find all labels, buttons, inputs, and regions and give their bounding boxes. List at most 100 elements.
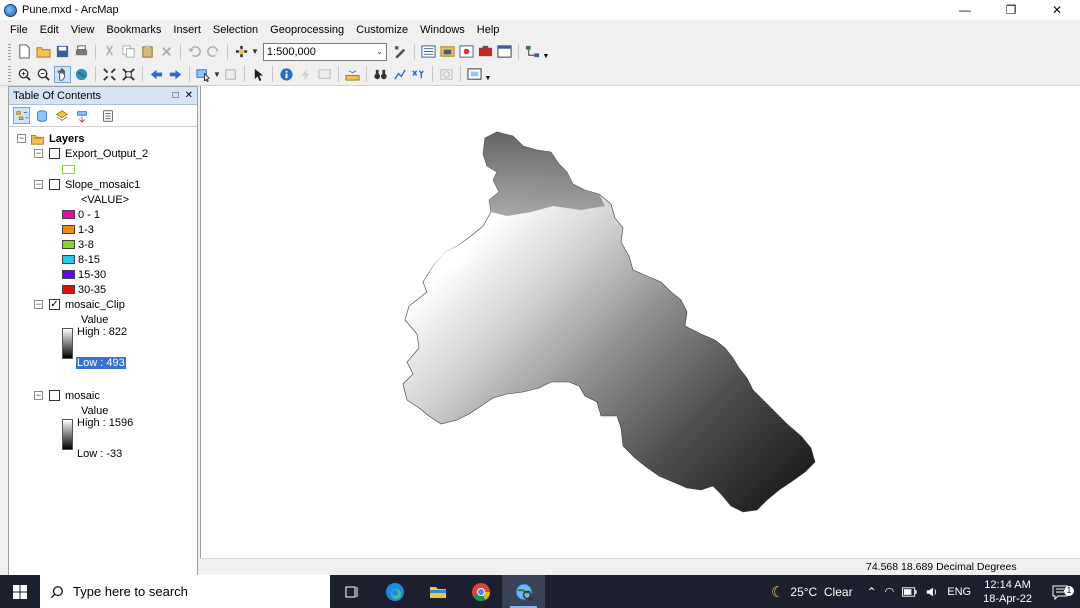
menu-windows[interactable]: Windows [414,20,471,40]
layer-row-slope-mosaic[interactable]: − Slope_mosaic1 [34,177,140,192]
select-elements-button[interactable] [250,66,267,83]
stretch-color-ramp[interactable] [62,419,73,450]
copy-button[interactable] [120,43,137,60]
battery-button[interactable] [898,586,921,597]
class-swatch[interactable] [62,255,75,264]
toolbar-overflow-icon[interactable]: ▼ [542,44,550,60]
new-document-button[interactable] [16,43,33,60]
class-swatch[interactable] [62,240,75,249]
stretch-low-label[interactable]: Low : 493 [76,355,126,370]
cut-button[interactable] [101,43,118,60]
full-extent-button[interactable] [73,66,90,83]
weather-widget[interactable]: ☾ 25°C Clear [767,583,857,601]
start-button[interactable] [0,575,40,608]
arctoolbox-button[interactable] [477,43,494,60]
time-slider-button[interactable] [438,66,455,83]
toolbar-grip[interactable] [8,66,11,82]
list-by-drawing-order-tab[interactable] [13,107,30,124]
class-swatch[interactable] [62,225,75,234]
notifications-button[interactable]: 1 [1040,584,1080,600]
list-by-visibility-tab[interactable] [53,107,70,124]
add-data-dropdown-icon[interactable]: ▼ [251,47,259,56]
save-button[interactable] [54,43,71,60]
collapse-icon[interactable]: − [34,149,43,158]
add-data-button[interactable] [233,43,250,60]
taskbar-chrome-button[interactable] [459,575,502,608]
modelbuilder-button[interactable] [524,43,541,60]
clear-selection-button[interactable] [222,66,239,83]
menu-file[interactable]: File [4,20,34,40]
layer-row-export-output[interactable]: − Export_Output_2 [34,146,148,161]
taskbar-search-box[interactable]: Type here to search [40,575,330,608]
map-display[interactable] [200,86,1080,558]
measure-button[interactable] [344,66,361,83]
collapse-icon[interactable]: − [34,180,43,189]
fixed-zoom-in-button[interactable] [101,66,118,83]
list-by-selection-tab[interactable] [73,107,90,124]
layer-row-mosaic-clip[interactable]: − ✓ mosaic_Clip [34,297,125,312]
layer-visibility-checkbox[interactable] [49,148,60,159]
fixed-zoom-out-button[interactable] [120,66,137,83]
layer-visibility-checkbox[interactable] [49,390,60,401]
create-viewer-button[interactable] [466,66,483,83]
menu-customize[interactable]: Customize [350,20,414,40]
class-swatch[interactable] [62,210,75,219]
pan-button[interactable] [54,65,71,83]
map-scale-combobox[interactable]: 1:500,000 ⌄ [262,42,387,61]
go-to-xy-button[interactable] [410,66,427,83]
input-language-button[interactable]: ENG [943,586,975,598]
menu-help[interactable]: Help [471,20,506,40]
legend-class-row[interactable]: 30-35 [62,282,106,297]
toc-autohide-icon[interactable]: □ [173,90,179,101]
legend-class-row[interactable]: 3-8 [62,237,94,252]
python-window-button[interactable] [496,43,513,60]
find-button[interactable] [372,66,389,83]
html-popup-button[interactable] [316,66,333,83]
legend-class-row[interactable]: 1-3 [62,222,94,237]
layer-visibility-checkbox[interactable] [49,179,60,190]
menu-view[interactable]: View [65,20,101,40]
collapse-icon[interactable]: − [34,391,43,400]
identify-button[interactable] [278,66,295,83]
menu-geoprocessing[interactable]: Geoprocessing [264,20,350,40]
toc-options-tab[interactable] [99,107,116,124]
toolbar-grip[interactable] [8,43,11,60]
find-route-button[interactable] [391,66,408,83]
zoom-out-button[interactable] [35,66,52,83]
collapse-icon[interactable]: − [34,300,43,309]
menu-selection[interactable]: Selection [207,20,264,40]
select-dropdown-icon[interactable]: ▼ [213,70,221,79]
toolbar-overflow-icon[interactable]: ▼ [484,66,492,82]
open-button[interactable] [35,43,52,60]
menu-insert[interactable]: Insert [167,20,207,40]
search-window-button[interactable] [458,43,475,60]
network-button[interactable]: ◠ [881,585,899,598]
menu-edit[interactable]: Edit [34,20,65,40]
undo-button[interactable] [186,43,203,60]
show-hidden-icons-button[interactable]: ⌃ [863,585,881,599]
catalog-window-button[interactable] [439,43,456,60]
redo-button[interactable] [205,43,222,60]
back-extent-button[interactable] [148,66,165,83]
paste-button[interactable] [139,43,156,60]
print-button[interactable] [73,43,90,60]
toc-close-icon[interactable]: ✕ [185,90,193,101]
layer-row-mosaic[interactable]: − mosaic [34,388,100,403]
taskbar-file-explorer-button[interactable] [416,575,459,608]
menu-bookmarks[interactable]: Bookmarks [100,20,167,40]
delete-button[interactable] [158,43,175,60]
zoom-in-button[interactable] [16,66,33,83]
legend-class-row[interactable]: 0 - 1 [62,207,100,222]
toc-window-button[interactable] [420,43,437,60]
polygon-symbol-swatch[interactable] [62,165,75,174]
select-features-button[interactable] [195,66,212,83]
taskbar-arcmap-button[interactable] [502,575,545,608]
hyperlink-button[interactable] [297,66,314,83]
close-button[interactable]: ✕ [1034,0,1080,20]
class-swatch[interactable] [62,270,75,279]
volume-button[interactable] [921,585,943,599]
collapse-icon[interactable]: − [17,134,26,143]
task-view-button[interactable] [330,575,373,608]
layer-visibility-checkbox-checked[interactable]: ✓ [49,299,60,310]
clock-button[interactable]: 12:14 AM 18-Apr-22 [975,578,1040,606]
